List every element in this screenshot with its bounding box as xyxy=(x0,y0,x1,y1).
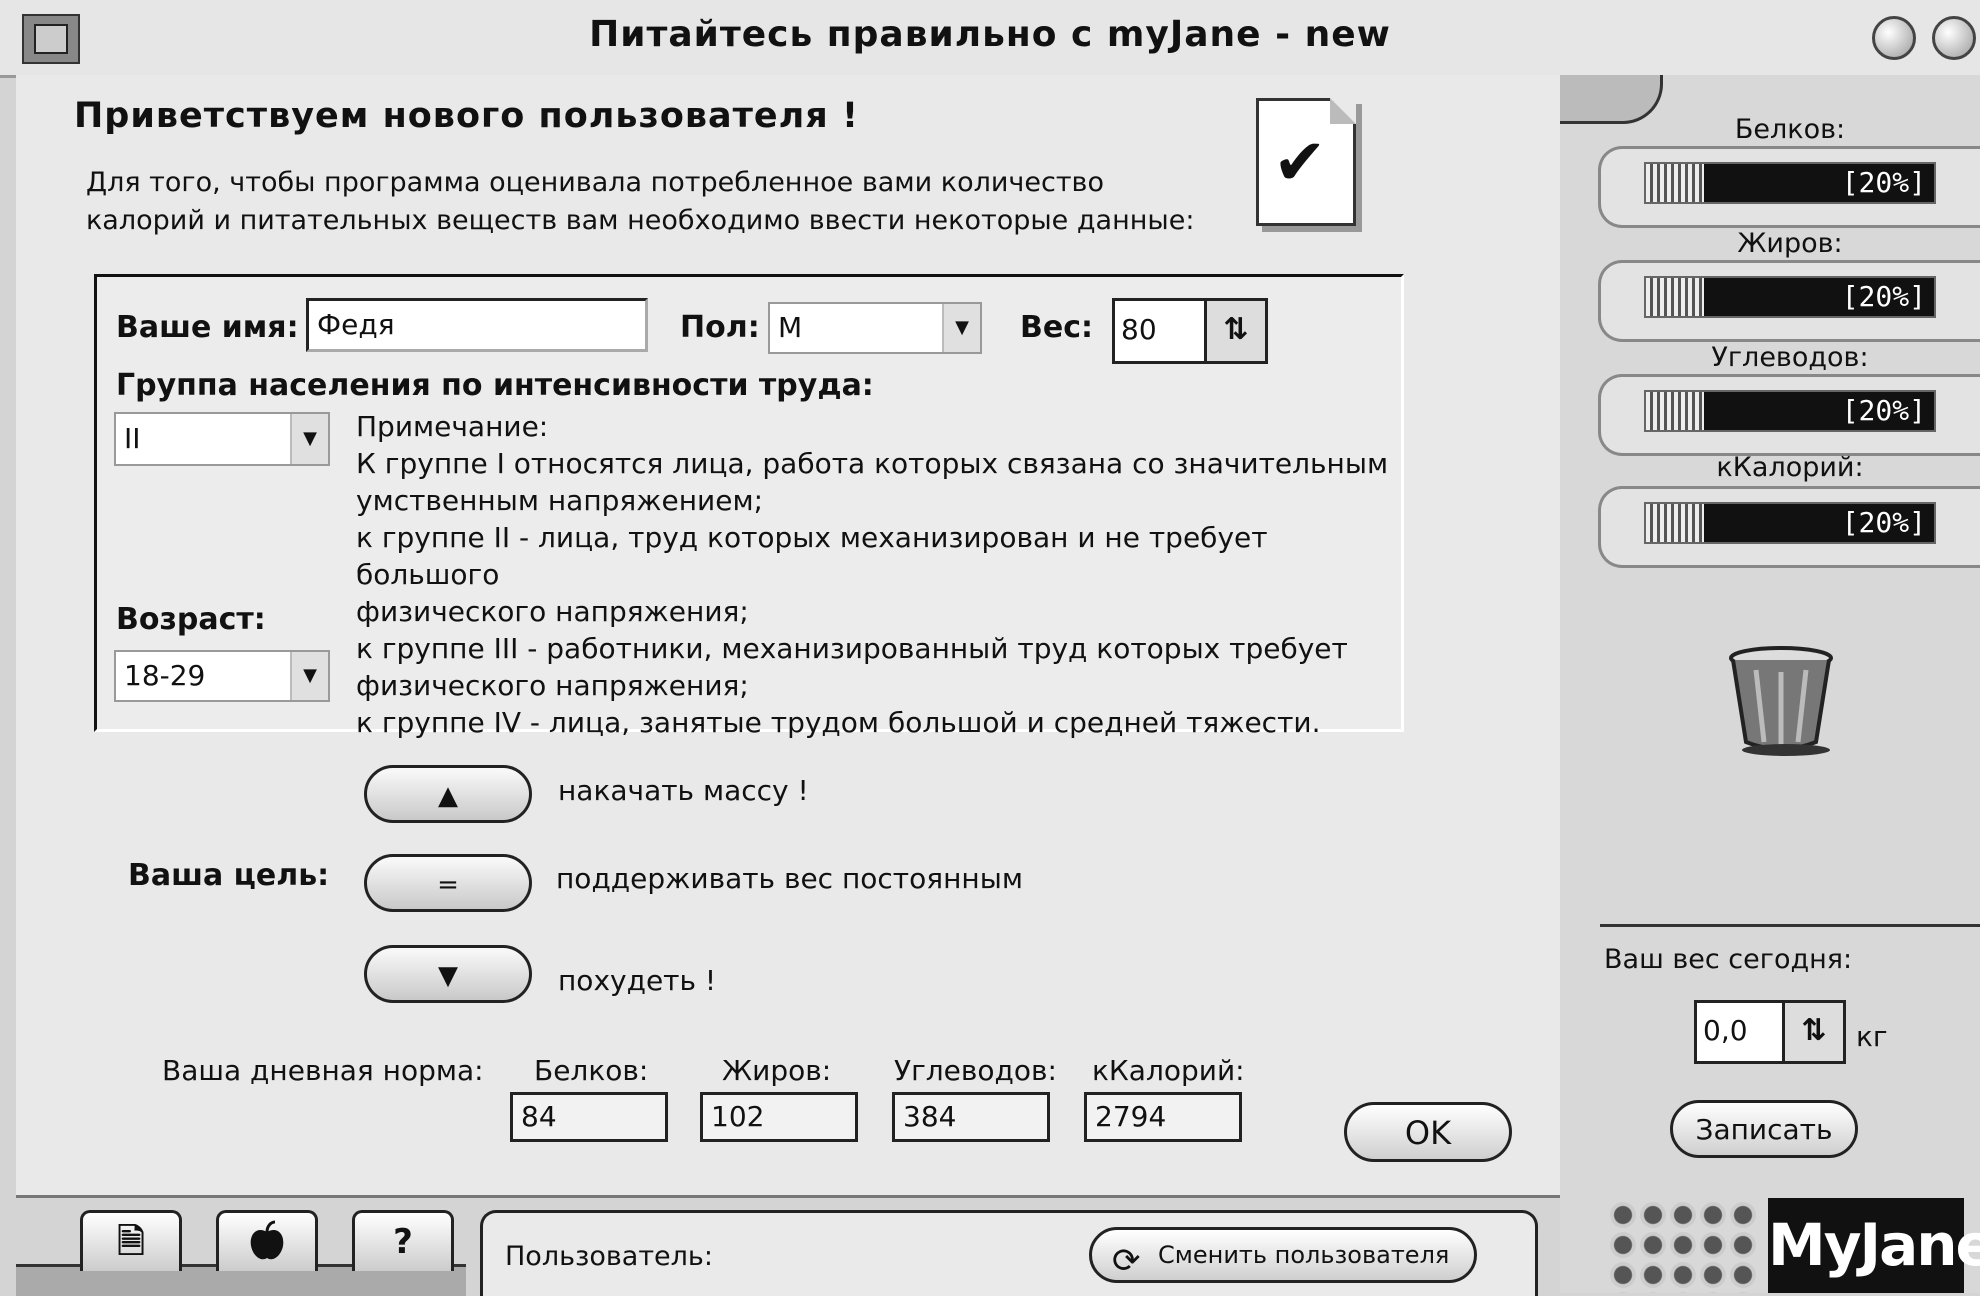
user-label: Пользователь: xyxy=(505,1241,713,1272)
apple-icon-glyph xyxy=(250,1220,284,1260)
norm-fat-label: Жиров: xyxy=(722,1054,832,1087)
meter-fill xyxy=(1646,392,1704,430)
weight-today-label: Ваш вес сегодня: xyxy=(1604,944,1853,975)
chevron-down-icon[interactable]: ▼ xyxy=(290,414,328,464)
goal-lose-text: похудеть ! xyxy=(558,964,717,997)
meter-carbs: [20%] xyxy=(1644,390,1936,432)
close-button[interactable] xyxy=(1932,16,1976,60)
logo-pattern-icon xyxy=(1608,1200,1758,1293)
age-select-value: 18-29 xyxy=(124,659,206,692)
intro-line: Для того, чтобы программа оценивала потр… xyxy=(86,167,1104,198)
note-line: умственным напряжением; xyxy=(356,484,763,517)
norm-protein-value: 84 xyxy=(510,1092,668,1142)
group-select[interactable]: II ▼ xyxy=(114,412,330,466)
note-line: физического напряжения; xyxy=(356,595,749,628)
age-select[interactable]: 18-29 ▼ xyxy=(114,650,330,702)
switch-user-button[interactable]: ⟳ Сменить пользователя xyxy=(1089,1227,1477,1283)
weight-label: Вес: xyxy=(1020,310,1093,345)
user-panel: Пользователь: ⟳ Сменить пользователя xyxy=(480,1210,1538,1296)
chevron-down-icon[interactable]: ▼ xyxy=(290,652,328,700)
goal-maintain-button[interactable]: = xyxy=(364,854,532,912)
name-label: Ваше имя: xyxy=(116,310,299,345)
note-line: к группе III - работники, механизированн… xyxy=(356,632,1348,665)
meter-fat: [20%] xyxy=(1644,276,1936,318)
meter-fill xyxy=(1646,504,1704,542)
weight-stepper[interactable]: 80 ⇅ xyxy=(1112,298,1268,364)
window-title: Питайтесь правильно с myJane - new xyxy=(589,14,1391,55)
norm-carbs-value: 384 xyxy=(892,1092,1050,1142)
chevron-down-icon[interactable]: ▼ xyxy=(942,304,980,352)
goal-gain-button[interactable]: ▲ xyxy=(364,765,532,823)
norm-kcal-value: 2794 xyxy=(1084,1092,1242,1142)
goal-lose-button[interactable]: ▼ xyxy=(364,945,532,1003)
meter-fat-label: Жиров: xyxy=(1737,228,1843,259)
meter-fill xyxy=(1646,278,1704,316)
norm-kcal-label: кКалорий: xyxy=(1092,1054,1245,1087)
weight-value: 80 xyxy=(1121,313,1157,346)
sidebar-divider xyxy=(1600,924,1980,927)
sex-select[interactable]: М ▼ xyxy=(768,302,982,354)
note-line: физического напряжения; xyxy=(356,669,749,702)
meter-kcal: [20%] xyxy=(1644,502,1936,544)
goal-gain-text: накачать массу ! xyxy=(558,774,809,807)
age-label: Возраст: xyxy=(116,602,266,637)
app-logo: MyJane xyxy=(1768,1198,1980,1293)
meter-protein: [20%] xyxy=(1644,162,1936,204)
stepper-arrows-icon[interactable]: ⇅ xyxy=(1204,301,1265,361)
intro-line: калорий и питательных веществ вам необхо… xyxy=(86,205,1195,236)
note-line: К группе I относятся лица, работа которы… xyxy=(356,447,1389,480)
stepper-arrows-icon[interactable]: ⇅ xyxy=(1782,1003,1843,1061)
note-line: к группе II - лица, труд которых механиз… xyxy=(356,521,1268,591)
record-button[interactable]: Записать xyxy=(1670,1100,1858,1158)
meter-fill xyxy=(1646,164,1704,202)
document-check-icon: ✔ xyxy=(1256,98,1356,226)
document-icon[interactable]: 🗎 xyxy=(80,1210,182,1271)
intro-text: Для того, чтобы программа оценивала потр… xyxy=(86,164,1194,240)
group-note: Примечание: К группе I относятся лица, р… xyxy=(356,408,1396,741)
title-bar: Питайтесь правильно с myJane - new xyxy=(0,0,1980,78)
norm-fat-value: 102 xyxy=(700,1092,858,1142)
sex-label: Пол: xyxy=(680,310,760,345)
name-input[interactable]: Федя xyxy=(306,298,648,352)
ok-button[interactable]: OK xyxy=(1344,1102,1512,1162)
meter-carbs-label: Углеводов: xyxy=(1711,342,1869,373)
switch-user-icon: ⟳ xyxy=(1112,1241,1141,1281)
norm-carbs-label: Углеводов: xyxy=(894,1054,1057,1087)
page-title: Приветствуем нового пользователя ! xyxy=(74,96,859,136)
weight-today-stepper[interactable]: 0,0 ⇅ xyxy=(1694,1000,1846,1064)
daily-norm-label: Ваша дневная норма: xyxy=(162,1054,484,1087)
meter-percent: [20%] xyxy=(1841,280,1926,313)
goal-label: Ваша цель: xyxy=(128,858,330,893)
meter-percent: [20%] xyxy=(1841,394,1926,427)
apple-icon[interactable] xyxy=(216,1210,318,1271)
norm-protein-label: Белков: xyxy=(534,1054,649,1087)
trash-icon[interactable] xyxy=(1726,646,1836,758)
goal-maintain-text: поддерживать вес постоянным xyxy=(556,862,1023,895)
meter-percent: [20%] xyxy=(1841,506,1926,539)
meter-percent: [20%] xyxy=(1841,166,1926,199)
note-line: к группе IV - лица, занятые трудом больш… xyxy=(356,706,1321,739)
meter-kcal-label: кКалорий: xyxy=(1716,452,1864,483)
note-line: Примечание: xyxy=(356,410,549,443)
switch-user-label: Сменить пользователя xyxy=(1158,1241,1450,1269)
help-icon[interactable]: ? xyxy=(352,1210,454,1271)
meter-protein-label: Белков: xyxy=(1734,114,1846,145)
group-select-value: II xyxy=(124,422,141,455)
minimize-button[interactable] xyxy=(1872,16,1916,60)
sex-select-value: М xyxy=(778,311,803,344)
group-label: Группа населения по интенсивности труда: xyxy=(116,368,874,403)
weight-unit: кг xyxy=(1856,1020,1888,1053)
weight-today-value: 0,0 xyxy=(1703,1014,1748,1047)
